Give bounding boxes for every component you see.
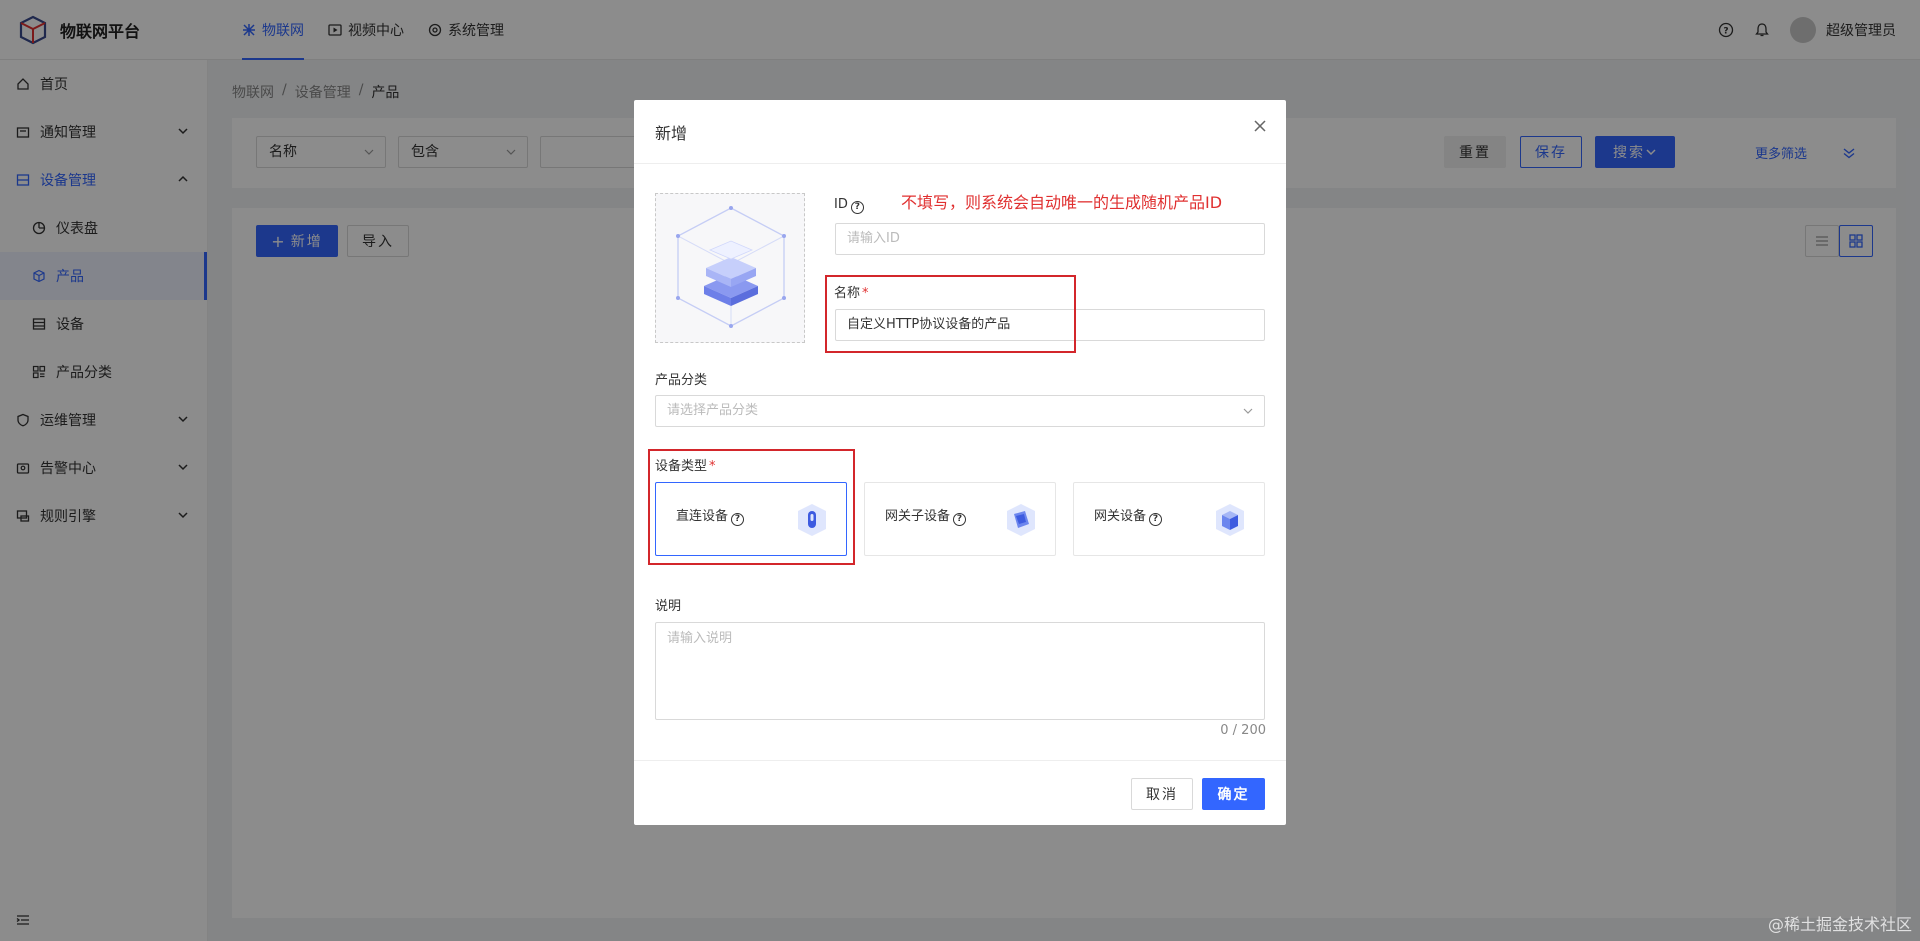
watermark: @稀土掘金技术社区 <box>1767 915 1912 934</box>
description-textarea[interactable]: 请输入说明 <box>655 622 1265 720</box>
device-type-gateway-child[interactable]: 网关子设备? <box>864 482 1056 556</box>
gateway-icon <box>1216 504 1244 536</box>
help-icon[interactable]: ? <box>1149 513 1163 526</box>
dialog-title: 新增 <box>655 123 688 143</box>
cancel-button[interactable]: 取消 <box>1131 778 1193 810</box>
create-product-dialog: 新增 ID? 不填写，则系统会自动唯一的生成随机产品ID 请输入ID 名称 * 自… <box>634 100 1286 825</box>
id-annotation: 不填写，则系统会自动唯一的生成随机产品ID <box>901 193 1223 212</box>
chevron-down-icon <box>1243 408 1253 414</box>
category-label: 产品分类 <box>655 373 708 388</box>
dialog-footer: 取消 确定 <box>634 760 1286 825</box>
id-label: ID? <box>834 197 864 214</box>
description-label: 说明 <box>655 599 682 614</box>
description-placeholder: 请输入说明 <box>667 631 733 646</box>
highlight-box-device-type <box>648 449 855 565</box>
id-input-placeholder: 请输入ID <box>847 231 900 246</box>
gateway-child-icon <box>1007 504 1035 536</box>
device-type-gateway-label: 网关设备? <box>1094 505 1163 526</box>
description-counter: 0 / 200 <box>1220 723 1266 738</box>
id-input[interactable]: 请输入ID <box>835 223 1265 255</box>
close-icon[interactable] <box>1252 118 1268 134</box>
product-image-upload[interactable] <box>655 193 805 343</box>
product-cube-icon <box>676 206 786 328</box>
category-select[interactable]: 请选择产品分类 <box>655 395 1265 427</box>
confirm-button[interactable]: 确定 <box>1202 778 1265 810</box>
help-icon[interactable]: ? <box>850 201 864 214</box>
id-label-text: ID <box>834 197 848 212</box>
device-type-gateway[interactable]: 网关设备? <box>1073 482 1265 556</box>
device-type-gateway-child-label: 网关子设备? <box>885 505 967 526</box>
help-icon[interactable]: ? <box>953 513 967 526</box>
highlight-box-name <box>825 275 1076 353</box>
category-placeholder: 请选择产品分类 <box>667 403 759 418</box>
dialog-header: 新增 <box>634 100 1286 164</box>
